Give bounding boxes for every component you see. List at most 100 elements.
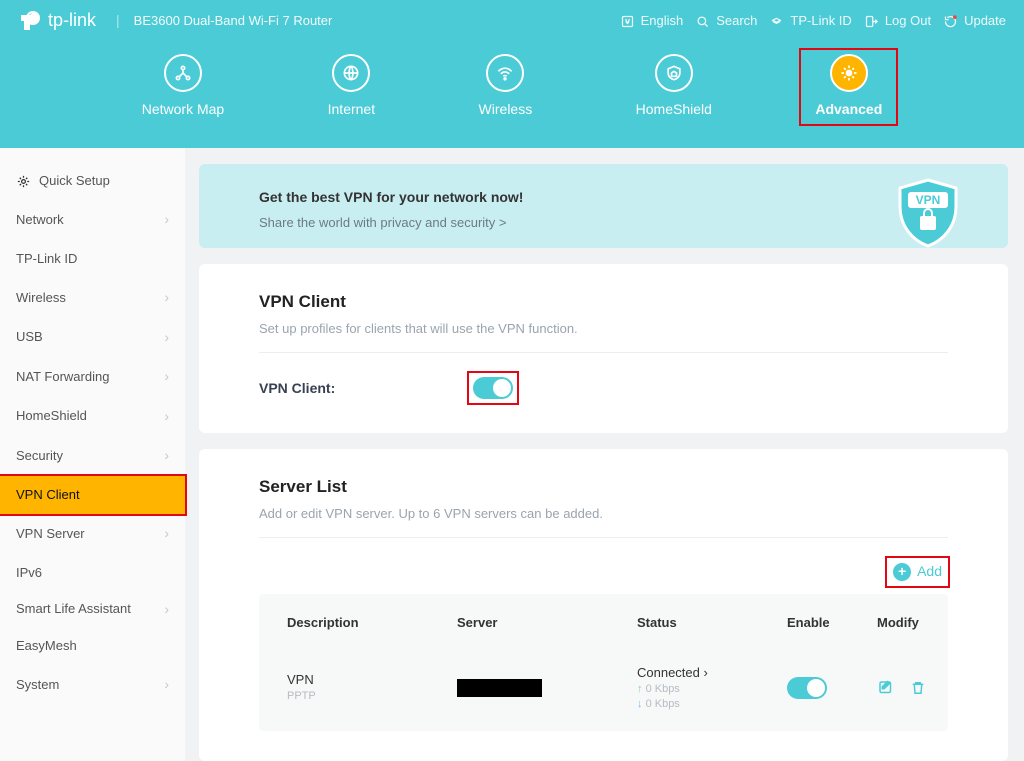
- search-label: Search: [716, 12, 757, 30]
- chevron-right-icon: ›: [164, 210, 169, 230]
- edit-icon[interactable]: [877, 679, 895, 697]
- main-content: Get the best VPN for your network now! S…: [185, 148, 1024, 761]
- sidebar-item-vpn-server[interactable]: VPN Server›: [0, 514, 185, 554]
- row-status[interactable]: Connected › 0 Kbps 0 Kbps: [637, 664, 787, 711]
- row-status-text: Connected ›: [637, 664, 787, 682]
- nav-homeshield[interactable]: HomeShield: [622, 50, 726, 124]
- sidebar-item-label: Smart Life Assistant: [16, 602, 131, 616]
- update-button[interactable]: Update: [943, 12, 1006, 30]
- search-icon: [695, 14, 710, 29]
- col-enable: Enable: [787, 614, 877, 632]
- sidebar-item-nat-forwarding[interactable]: NAT Forwarding›: [0, 357, 185, 397]
- sidebar-item-label: NAT Forwarding: [16, 368, 109, 386]
- vpn-banner[interactable]: Get the best VPN for your network now! S…: [199, 164, 1008, 248]
- tplink-id-button[interactable]: TP-Link ID: [769, 12, 851, 30]
- row-enable-toggle[interactable]: [787, 677, 827, 699]
- chevron-right-icon: ›: [164, 328, 169, 348]
- nav-label: Advanced: [815, 100, 882, 120]
- chevron-right-icon: ›: [164, 407, 169, 427]
- sidebar-item-system[interactable]: System›: [0, 665, 185, 705]
- brand-name: tp-link: [48, 8, 96, 33]
- main-nav: Network Map Internet Wireless HomeShield…: [0, 42, 1024, 124]
- search-button[interactable]: Search: [695, 12, 757, 30]
- vpn-client-title: VPN Client: [259, 290, 948, 314]
- vpn-client-toggle[interactable]: [473, 377, 513, 399]
- server-redacted: [457, 679, 542, 697]
- server-table: Description Server Status Enable Modify …: [259, 594, 948, 731]
- id-icon: [769, 14, 784, 29]
- chevron-right-icon: ›: [164, 446, 169, 466]
- vpn-client-card: VPN Client Set up profiles for clients t…: [199, 264, 1008, 433]
- lang-label: English: [641, 12, 684, 30]
- add-server-button[interactable]: + Add: [887, 558, 948, 586]
- chevron-right-icon: ›: [164, 675, 169, 695]
- sidebar-item-label: IPv6: [16, 564, 42, 582]
- nav-label: Network Map: [142, 100, 224, 120]
- row-modify: [877, 679, 967, 697]
- nav-wireless[interactable]: Wireless: [465, 50, 547, 124]
- row-desc-proto: PPTP: [287, 689, 457, 704]
- col-modify: Modify: [877, 614, 967, 632]
- sidebar-item-label: Wireless: [16, 289, 66, 307]
- id-label: TP-Link ID: [790, 12, 851, 30]
- col-status: Status: [637, 614, 787, 632]
- sidebar-item-homeshield[interactable]: HomeShield ›: [0, 397, 185, 437]
- vpn-client-toggle-label: VPN Client:: [259, 379, 469, 399]
- wireless-icon: [486, 54, 524, 92]
- quick-setup-icon: [16, 174, 31, 189]
- nav-label: Wireless: [479, 100, 533, 120]
- model-name: BE3600 Dual-Band Wi-Fi 7 Router: [134, 12, 333, 30]
- sidebar-item-label: VPN Client: [16, 486, 80, 504]
- server-list-card: Server List Add or edit VPN server. Up t…: [199, 449, 1008, 761]
- row-up-speed: 0 Kbps: [637, 683, 680, 695]
- sidebar-item-label: EasyMesh: [16, 637, 77, 655]
- sidebar-item-security[interactable]: Security ›: [0, 436, 185, 476]
- sidebar: Quick Setup Network›TP-Link IDWireless›U…: [0, 148, 185, 761]
- update-label: Update: [964, 12, 1006, 30]
- nav-network-map[interactable]: Network Map: [128, 50, 238, 124]
- divider: |: [116, 11, 120, 31]
- table-row: VPN PPTP Connected › 0 Kbps 0 Kbps: [259, 648, 948, 727]
- homeshield-icon: [655, 54, 693, 92]
- vpn-client-toggle-highlight: [469, 373, 517, 403]
- sidebar-item-label: HomeShield: [16, 407, 87, 425]
- sidebar-quick-setup[interactable]: Quick Setup: [0, 162, 185, 200]
- delete-icon[interactable]: [909, 679, 927, 697]
- server-list-title: Server List: [259, 475, 948, 499]
- brand-logo: tp-link: [18, 8, 96, 33]
- network-map-icon: [164, 54, 202, 92]
- banner-title: Get the best VPN for your network now!: [259, 188, 948, 208]
- row-down-speed: 0 Kbps: [637, 698, 680, 710]
- tplink-logo-icon: [18, 9, 42, 33]
- header-top: tp-link | BE3600 Dual-Band Wi-Fi 7 Route…: [0, 0, 1024, 42]
- nav-advanced[interactable]: Advanced: [801, 50, 896, 124]
- sidebar-item-smart-life-assistant[interactable]: Smart Life Assistant ›: [0, 592, 185, 627]
- update-icon: [943, 14, 958, 29]
- chevron-right-icon: ›: [164, 602, 169, 617]
- sidebar-item-network[interactable]: Network ›: [0, 200, 185, 240]
- vpn-client-toggle-row: VPN Client:: [259, 373, 948, 403]
- nav-internet[interactable]: Internet: [314, 50, 389, 124]
- sidebar-item-ipv6[interactable]: IPv6: [0, 554, 185, 592]
- sidebar-item-vpn-client[interactable]: VPN Client: [0, 476, 185, 514]
- sidebar-item-usb[interactable]: USB ›: [0, 318, 185, 358]
- logout-button[interactable]: Log Out: [864, 12, 931, 30]
- sidebar-item-easymesh[interactable]: EasyMesh: [0, 627, 185, 665]
- row-description: VPN PPTP: [287, 671, 457, 705]
- table-header: Description Server Status Enable Modify: [259, 598, 948, 648]
- plus-icon: +: [893, 563, 911, 581]
- chevron-right-icon: ›: [164, 288, 169, 308]
- header: tp-link | BE3600 Dual-Band Wi-Fi 7 Route…: [0, 0, 1024, 148]
- nav-label: HomeShield: [636, 100, 712, 120]
- sidebar-item-label: VPN Server: [16, 525, 85, 543]
- server-list-sub: Add or edit VPN server. Up to 6 VPN serv…: [259, 505, 948, 523]
- language-icon: [620, 14, 635, 29]
- sidebar-item-tp-link-id[interactable]: TP-Link ID: [0, 240, 185, 278]
- lang-button[interactable]: English: [620, 12, 684, 30]
- sidebar-item-label: Network: [16, 211, 64, 229]
- row-desc-name: VPN: [287, 671, 457, 689]
- sidebar-item-label: Security: [16, 447, 63, 465]
- row-enable: [787, 677, 877, 699]
- sidebar-item-label: USB: [16, 328, 43, 346]
- sidebar-item-wireless[interactable]: Wireless ›: [0, 278, 185, 318]
